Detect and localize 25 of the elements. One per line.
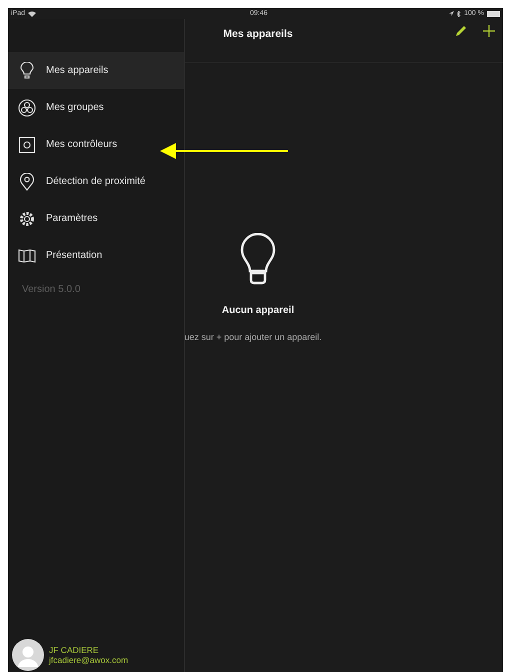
menu-item[interactable]: Mes appareils: [8, 52, 184, 89]
bulb-icon: [18, 62, 36, 80]
menu-item[interactable]: Paramètres: [8, 200, 184, 237]
menu-item[interactable]: Mes groupes: [8, 89, 184, 126]
empty-title: Aucun appareil: [222, 305, 294, 316]
location-pin-icon: [18, 172, 36, 190]
battery-icon: [487, 10, 501, 16]
user-name: JF CADIERE: [49, 645, 100, 655]
add-icon[interactable]: [483, 25, 495, 37]
wifi-icon: [28, 10, 36, 16]
user-email: jfcadiere@awox.com: [49, 655, 128, 665]
page-title: Mes appareils: [222, 28, 294, 40]
bluetooth-icon: [457, 10, 462, 16]
settings-icon: [18, 210, 36, 228]
bulb-icon: [240, 233, 276, 285]
location-icon: [449, 11, 454, 16]
pencil-icon[interactable]: [455, 25, 467, 37]
menu-item[interactable]: Présentation: [8, 237, 184, 274]
version-label: Version 5.0.0: [21, 283, 82, 295]
menu-item[interactable]: Détection de proximité: [8, 163, 184, 200]
menu-item[interactable]: Mes contrôleurs: [8, 126, 184, 163]
group-icon: [18, 98, 36, 116]
avatar-icon: [12, 639, 44, 671]
empty-hint: uez sur + pour ajouter un appareil.: [184, 332, 322, 342]
square-icon: [18, 136, 36, 154]
